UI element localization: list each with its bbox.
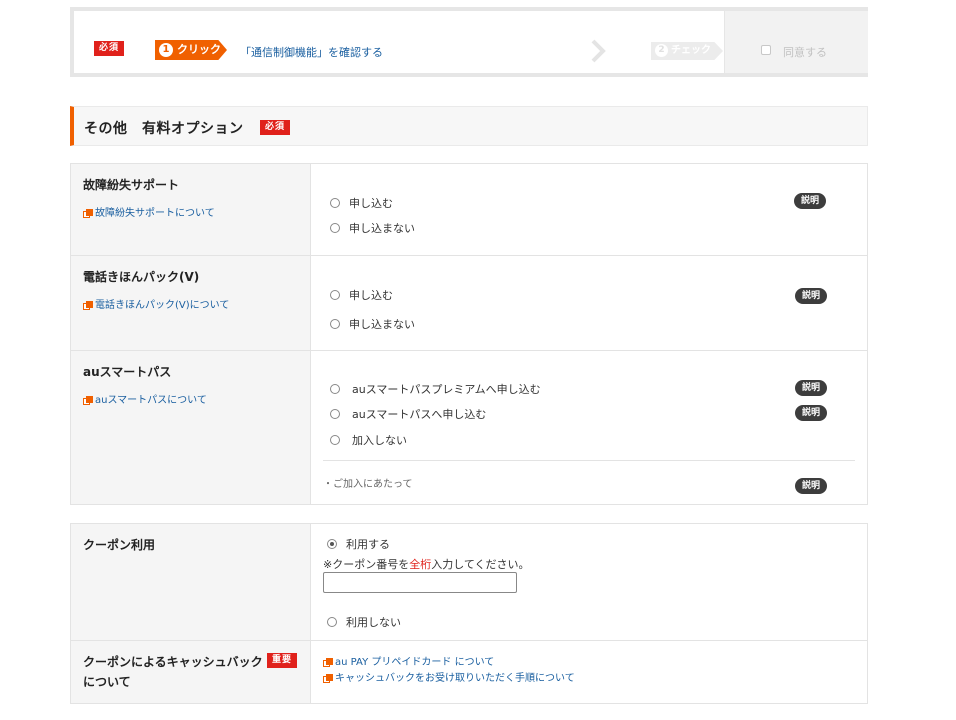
cashback-label-cell: クーポンによるキャッシュバック について 重要 — [71, 641, 311, 703]
coupon-row: クーポン利用 利用する ※クーポン番号を全桁入力してください。 利用しない — [71, 524, 867, 640]
radio-option-apply[interactable]: 申し込む — [330, 195, 393, 211]
explain-button[interactable]: 説明 — [795, 288, 828, 304]
radio-icon[interactable] — [327, 617, 337, 627]
au-pay-prepaid-card-link[interactable]: au PAY プリペイドカード について — [323, 653, 494, 668]
step2-number-icon: 2 — [655, 44, 668, 57]
explain-button[interactable]: 説明 — [795, 380, 828, 396]
radio-icon[interactable] — [330, 409, 340, 419]
step2-check-indicator: 2 チェック — [651, 42, 723, 60]
radio-option-premium[interactable]: auスマートパスプレミアムへ申し込む — [330, 381, 541, 397]
radio-icon[interactable] — [330, 290, 340, 300]
external-link-icon — [83, 209, 93, 218]
step1-number-icon: 1 — [159, 43, 173, 57]
external-link-icon — [83, 301, 93, 310]
coupon-table: クーポン利用 利用する ※クーポン番号を全桁入力してください。 利用しない クー… — [70, 523, 868, 704]
communication-control-link[interactable]: 「通信制御機能」を確認する — [240, 44, 383, 60]
cashback-name-line2: について — [83, 675, 131, 689]
required-badge: 必須 — [94, 41, 125, 56]
agree-area: 同意する — [724, 11, 868, 73]
option-label-cell: auスマートパス auスマートパスについて — [71, 351, 311, 504]
option-info-link[interactable]: auスマートパスについて — [83, 391, 207, 406]
radio-icon[interactable] — [330, 198, 340, 208]
coupon-number-input[interactable] — [323, 572, 517, 593]
radio-option-decline[interactable]: 申し込まない — [330, 220, 415, 236]
option-name: 電話きほんパック(V) — [83, 270, 200, 284]
radio-option-apply[interactable]: 申し込む — [330, 287, 393, 303]
coupon-name: クーポン利用 — [83, 538, 156, 552]
radio-option-decline[interactable]: 申し込まない — [330, 316, 415, 332]
step1-label: クリック — [177, 43, 221, 56]
radio-option-smart-pass[interactable]: auスマートパスへ申し込む — [330, 406, 486, 422]
radio-selected-icon[interactable] — [327, 539, 337, 549]
explain-button[interactable]: 説明 — [795, 405, 828, 421]
option-row-damage-loss-support: 故障紛失サポート 故障紛失サポートについて 申し込む 申し込まない 説明 — [71, 164, 867, 255]
chevron-right-icon — [591, 39, 606, 63]
consent-step-bar: 必須 1 クリック 「通信制御機能」を確認する 2 チェック 同意する — [70, 7, 868, 77]
option-info-link[interactable]: 電話きほんパック(V)について — [83, 296, 229, 311]
section-title: その他 有料オプション — [84, 121, 244, 137]
step2-label: チェック — [671, 45, 711, 56]
divider — [323, 460, 855, 461]
option-label-cell: 故障紛失サポート 故障紛失サポートについて — [71, 164, 311, 255]
radio-icon[interactable] — [330, 319, 340, 329]
cashback-name-line1: クーポンによるキャッシュバック — [83, 655, 263, 669]
radio-option-no-join[interactable]: 加入しない — [330, 432, 407, 448]
agree-checkbox[interactable] — [761, 45, 771, 55]
important-badge: 重要 — [267, 653, 298, 668]
option-row-au-smart-pass: auスマートパス auスマートパスについて auスマートパスプレミアムへ申し込む… — [71, 350, 867, 504]
radio-icon[interactable] — [330, 384, 340, 394]
option-name: auスマートパス — [83, 365, 172, 379]
coupon-label-cell: クーポン利用 — [71, 524, 311, 640]
step1-click-button[interactable]: 1 クリック — [155, 40, 227, 60]
paid-options-table: 故障紛失サポート 故障紛失サポートについて 申し込む 申し込まない 説明 電話き… — [70, 163, 868, 505]
external-link-icon — [323, 674, 333, 683]
option-info-link[interactable]: 故障紛失サポートについて — [83, 204, 215, 219]
coupon-instruction: ※クーポン番号を全桁入力してください。 — [323, 558, 530, 571]
radio-icon[interactable] — [330, 223, 340, 233]
cashback-row: クーポンによるキャッシュバック について 重要 au PAY プリペイドカード … — [71, 640, 867, 703]
explain-button[interactable]: 説明 — [795, 478, 828, 494]
explain-button[interactable]: 説明 — [794, 193, 827, 209]
agree-label: 同意する — [783, 46, 827, 59]
required-badge: 必須 — [260, 120, 291, 135]
joining-note: ・ご加入にあたって — [323, 479, 413, 490]
option-name: 故障紛失サポート — [83, 178, 180, 192]
section-heading: その他 有料オプション 必須 — [70, 106, 868, 146]
option-label-cell: 電話きほんパック(V) 電話きほんパック(V)について — [71, 256, 311, 350]
radio-icon[interactable] — [330, 435, 340, 445]
external-link-icon — [323, 658, 333, 667]
external-link-icon — [83, 396, 93, 405]
option-row-phone-basic-pack: 電話きほんパック(V) 電話きほんパック(V)について 申し込む 申し込まない … — [71, 255, 867, 350]
radio-coupon-no-use[interactable]: 利用しない — [327, 614, 401, 630]
cashback-procedure-link[interactable]: キャッシュバックをお受け取りいただく手順について — [323, 669, 575, 684]
radio-coupon-use[interactable]: 利用する — [327, 536, 390, 552]
